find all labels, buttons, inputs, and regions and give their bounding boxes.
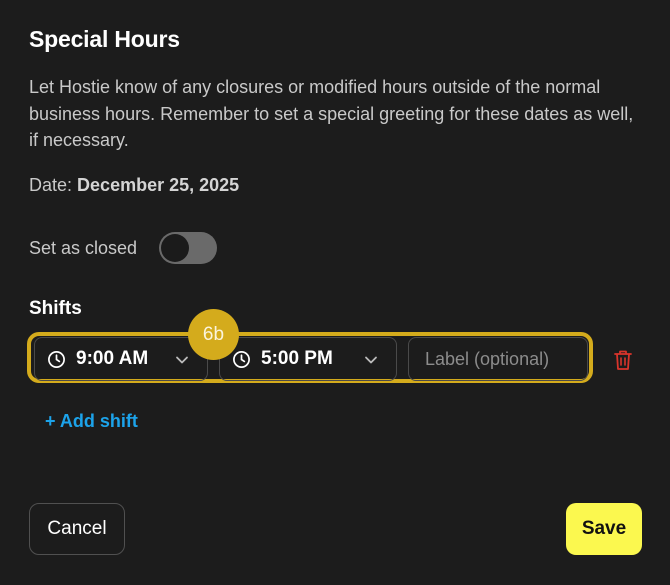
cancel-button[interactable]: Cancel bbox=[29, 503, 125, 555]
date-label: Date: bbox=[29, 175, 73, 195]
closed-toggle[interactable] bbox=[159, 232, 218, 264]
date-value: December 25, 2025 bbox=[77, 175, 240, 195]
closed-label: Set as closed bbox=[29, 237, 138, 258]
start-time-select[interactable]: 9:00 AM bbox=[34, 337, 208, 381]
end-time-value: 5:00 PM bbox=[261, 348, 333, 369]
toggle-knob bbox=[161, 234, 190, 262]
dialog-title: Special Hours bbox=[29, 26, 180, 52]
special-hours-dialog: Special Hours Let Hostie know of any clo… bbox=[0, 0, 670, 585]
end-time-select[interactable]: 5:00 PM bbox=[219, 337, 397, 381]
start-time-value: 9:00 AM bbox=[76, 348, 149, 369]
date-row: Date: December 25, 2025 bbox=[29, 175, 239, 196]
chevron-down-icon bbox=[176, 356, 188, 364]
save-button[interactable]: Save bbox=[566, 503, 642, 555]
clock-icon bbox=[48, 350, 65, 368]
trash-icon[interactable] bbox=[612, 348, 634, 372]
shifts-heading: Shifts bbox=[29, 298, 82, 319]
shift-label-input[interactable] bbox=[408, 337, 588, 381]
clock-icon bbox=[233, 350, 250, 368]
add-shift-link[interactable]: + Add shift bbox=[45, 411, 138, 432]
dialog-description: Let Hostie know of any closures or modif… bbox=[29, 77, 634, 150]
chevron-down-icon bbox=[365, 356, 377, 364]
closed-row: Set as closed bbox=[29, 232, 218, 264]
annotation-badge: 6b bbox=[188, 309, 239, 360]
